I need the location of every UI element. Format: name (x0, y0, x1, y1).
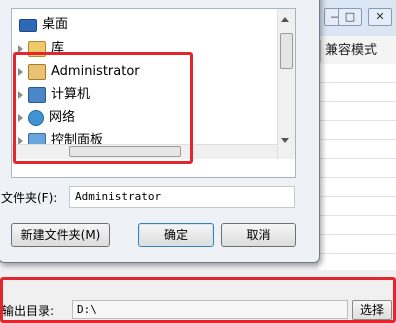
compat-mode-button[interactable]: 兼容模式 (320, 40, 396, 62)
tree-vertical-scrollbar[interactable] (277, 9, 295, 159)
maximize-button[interactable]: □ (338, 8, 362, 26)
highlight-box-tree (13, 52, 193, 164)
ok-button[interactable]: 确定 (138, 223, 214, 247)
folder-field-label: 文件夹(F): (1, 191, 58, 205)
highlight-box-output (0, 277, 396, 323)
desktop-icon (19, 18, 37, 32)
close-button[interactable]: ✕ (368, 8, 392, 26)
background-grid (318, 64, 396, 270)
tree-item-desktop[interactable]: 桌面 (19, 15, 68, 35)
tree-item-label: 桌面 (42, 17, 69, 32)
tree-vertical-scroll-thumb[interactable] (280, 33, 293, 69)
scroll-up-icon[interactable] (281, 17, 289, 22)
folder-input[interactable]: Administrator (69, 186, 295, 208)
new-folder-button[interactable]: 新建文件夹(M) (11, 223, 110, 247)
cancel-button[interactable]: 取消 (221, 223, 296, 247)
scroll-down-icon[interactable] (281, 138, 289, 143)
